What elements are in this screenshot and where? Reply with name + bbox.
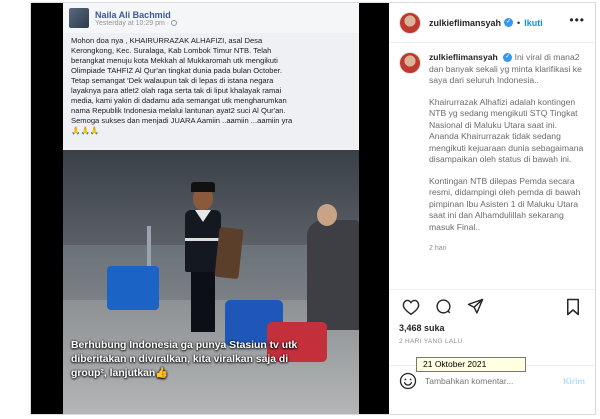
caption-line: Berhubung Indonesia ga punya Stasiun tv … xyxy=(71,340,298,351)
post-dialog: Naila Ali Bachmid Yesterday at 10:29 pm … xyxy=(30,2,596,415)
avatar[interactable] xyxy=(399,11,421,34)
text-line: Kerongkong, Kec. Suralaga, Kab Lombok Ti… xyxy=(71,46,272,55)
caption-line: Nasional di Maluku Utara saat ini. xyxy=(429,119,558,130)
bookmark-icon xyxy=(567,298,579,315)
caption-line: diberitakan n diviralkan, kita viralkan … xyxy=(71,354,289,365)
separator-dot: • xyxy=(517,17,521,28)
caption-line: Ini viral di mana2 xyxy=(514,52,580,62)
text-line: Tetap semangat 'Dek walaupun tak di lepa… xyxy=(71,76,274,85)
caption-line: saya dari seluruh Indonesia.. xyxy=(429,75,539,85)
post-header: zulkieflimansyah ✓ • Ikuti ••• xyxy=(389,3,595,43)
emoji-icon[interactable] xyxy=(399,372,417,390)
post-sidebar: zulkieflimansyah ✓ • Ikuti ••• zulkiefli… xyxy=(389,3,595,414)
text-line: Mohon doa nya , KHAIRURRAZAK ALHAFIZI, a… xyxy=(71,36,263,45)
comment-input[interactable] xyxy=(425,375,545,386)
caption-line: disampaikan oleh status di bawah ini. xyxy=(429,154,572,164)
caption-line: saat ini dan Alhamdulillah sekarang xyxy=(429,210,564,220)
caption-age: 2 hari xyxy=(429,245,447,252)
post-media[interactable]: Naila Ali Bachmid Yesterday at 10:29 pm … xyxy=(31,3,389,414)
text-line: layaknya para atlet2 olah raga serta tak… xyxy=(71,86,282,95)
post-comment-button[interactable]: Kirim xyxy=(563,376,585,386)
username-link[interactable]: zulkieflimansyah xyxy=(429,18,501,28)
caption-username[interactable]: zulkieflimansyah xyxy=(429,52,498,62)
comments-section[interactable]: zulkieflimansyah ✓ Ini viral di mana2 da… xyxy=(389,44,595,289)
comment-button[interactable] xyxy=(431,297,455,317)
verified-icon: ✓ xyxy=(503,53,513,63)
facebook-author-name: Naila Ali Bachmid xyxy=(95,9,171,20)
photo-bystander xyxy=(307,204,359,330)
share-icon xyxy=(467,298,483,314)
text-line: nama Republik Indonesia melalui lantunan… xyxy=(71,106,286,115)
airport-photo: Berhubung Indonesia ga punya Stasiun tv … xyxy=(63,150,359,414)
photo-caption: Berhubung Indonesia ga punya Stasiun tv … xyxy=(63,335,359,385)
caption-line: NTB yg sedang mengikuti STQ Tingkat xyxy=(429,108,578,118)
text-line: Olimpiade TAHFIZ Al Qur'an tingkat dunia… xyxy=(71,66,282,75)
facebook-screenshot: Naila Ali Bachmid Yesterday at 10:29 pm … xyxy=(63,3,359,414)
caption-line: Khairurrazak Alhafizi adalah kontingen xyxy=(429,96,576,107)
facebook-post-header: Naila Ali Bachmid Yesterday at 10:29 pm … xyxy=(63,3,359,33)
caption-text: zulkieflimansyah ✓ Ini viral di mana2 da… xyxy=(429,52,583,255)
avatar[interactable] xyxy=(399,52,421,74)
photo-cloth xyxy=(214,226,244,280)
heart-icon xyxy=(402,299,420,315)
likes-count[interactable]: 3,468 suka xyxy=(399,323,445,333)
share-button[interactable] xyxy=(463,297,487,317)
caption-line: mengikuti kejuaraan dunia sebagaimana xyxy=(429,142,584,153)
text-line: media, kami yakin di dadamu ada semangat… xyxy=(71,96,287,105)
action-bar xyxy=(389,289,595,323)
text-line: Semoga sukses dan menjadi JUARA Aamiin .… xyxy=(71,116,293,125)
more-options-icon[interactable]: ••• xyxy=(569,13,585,27)
facebook-avatar xyxy=(69,8,89,28)
caption-line: group², lanjutkan👍 xyxy=(71,368,169,379)
globe-icon xyxy=(171,20,178,26)
pray-emoji: 🙏🙏🙏 xyxy=(71,126,100,135)
caption-comment: zulkieflimansyah ✓ Ini viral di mana2 da… xyxy=(399,52,585,255)
post-date[interactable]: 2 HARI YANG LALU xyxy=(399,338,462,345)
follow-button[interactable]: Ikuti xyxy=(524,18,543,28)
save-button[interactable] xyxy=(561,297,585,317)
facebook-post-text: Mohon doa nya , KHAIRURRAZAK ALHAFIZI, a… xyxy=(71,36,351,136)
caption-line: masuk Final.. xyxy=(429,221,481,232)
caption-line: Kontingan NTB dilepas Pemda secara xyxy=(429,175,575,186)
caption-line: dan banyak sekali yg minta klarifikasi k… xyxy=(429,63,582,74)
facebook-post-time: Yesterday at 10:29 pm · xyxy=(95,20,178,27)
date-tooltip: 21 Oktober 2021 xyxy=(416,357,526,372)
caption-line: resmi, didampingi oleh pemda di bawah xyxy=(429,187,581,197)
text-line: berangkat menuju kota Mekkah al Mukkarom… xyxy=(71,56,278,65)
caption-line: Ananda Khairurrazak tidak sedang xyxy=(429,131,561,141)
comment-icon xyxy=(435,299,451,314)
caption-line: pimpinan Ibu Asisten 1 di Maluku Utara xyxy=(429,198,579,209)
verified-icon: ✓ xyxy=(504,18,514,27)
like-button[interactable] xyxy=(399,297,423,317)
photo-luggage-blue xyxy=(107,226,159,310)
